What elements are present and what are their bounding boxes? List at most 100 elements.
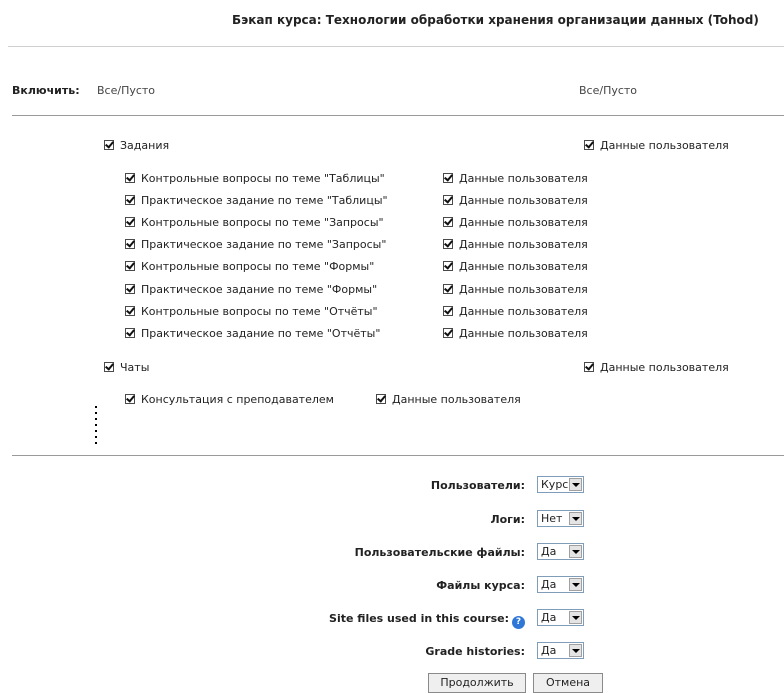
checkbox-checked-icon bbox=[125, 394, 135, 404]
option-course-files-label: Файлы курса: bbox=[436, 579, 525, 592]
checkbox-checked-icon bbox=[125, 195, 135, 205]
item-label: Контрольные вопросы по теме "Запросы" bbox=[141, 216, 384, 229]
select-all-none-userdata-link[interactable]: Все/Пусто bbox=[579, 84, 637, 97]
site-files-select[interactable]: Да bbox=[537, 609, 584, 626]
module-assignments-checkbox[interactable]: Задания bbox=[104, 139, 169, 152]
option-logs-label: Логи: bbox=[490, 513, 525, 526]
grade-histories-select-value: Да bbox=[541, 644, 557, 657]
item-label: Контрольные вопросы по теме "Отчёты" bbox=[141, 305, 378, 318]
item-userdata-label: Данные пользователя bbox=[459, 238, 588, 251]
list-item[interactable]: Практическое задание по теме "Формы" bbox=[125, 283, 377, 296]
logs-select-value: Нет bbox=[541, 512, 563, 525]
checkbox-checked-icon bbox=[443, 306, 453, 316]
list-item[interactable]: Практическое задание по теме "Запросы" bbox=[125, 238, 386, 251]
more-items-indicator bbox=[95, 406, 98, 448]
module-chats-checkbox[interactable]: Чаты bbox=[104, 361, 149, 374]
module-chats-userdata-checkbox[interactable]: Данные пользователя bbox=[584, 361, 729, 374]
module-chats-label: Чаты bbox=[120, 361, 150, 374]
option-user-files-label: Пользовательские файлы: bbox=[354, 546, 525, 559]
list-item[interactable]: Контрольные вопросы по теме "Запросы" bbox=[125, 216, 384, 229]
user-files-select-value: Да bbox=[541, 545, 557, 558]
item-userdata-label: Данные пользователя bbox=[459, 194, 588, 207]
option-grade-histories-label: Grade histories: bbox=[425, 645, 525, 658]
include-label: Включить: bbox=[12, 84, 80, 97]
chevron-down-icon bbox=[569, 644, 582, 657]
item-userdata-label: Данные пользователя bbox=[392, 393, 521, 406]
checkbox-checked-icon bbox=[125, 261, 135, 271]
list-item[interactable]: Контрольные вопросы по теме "Отчёты" bbox=[125, 305, 378, 318]
checkbox-checked-icon bbox=[376, 394, 386, 404]
item-userdata-label: Данные пользователя bbox=[459, 327, 588, 340]
checkbox-checked-icon bbox=[443, 328, 453, 338]
checkbox-checked-icon bbox=[125, 306, 135, 316]
module-assignments-userdata-label: Данные пользователя bbox=[600, 139, 729, 152]
item-label: Практическое задание по теме "Запросы" bbox=[141, 238, 387, 251]
item-label: Консультация с преподавателем bbox=[141, 393, 334, 406]
page-title: Бэкап курса: Технологии обработки хранен… bbox=[232, 13, 759, 27]
chevron-down-icon bbox=[569, 611, 582, 624]
item-userdata-checkbox[interactable]: Данные пользователя bbox=[443, 260, 588, 273]
chevron-down-icon bbox=[569, 578, 582, 591]
help-icon[interactable]: ? bbox=[512, 616, 525, 629]
course-files-select-value: Да bbox=[541, 578, 557, 591]
users-select[interactable]: Курс bbox=[537, 476, 584, 493]
site-files-select-value: Да bbox=[541, 611, 557, 624]
item-userdata-checkbox[interactable]: Данные пользователя bbox=[443, 283, 588, 296]
list-item[interactable]: Контрольные вопросы по теме "Таблицы" bbox=[125, 172, 385, 185]
item-label: Практическое задание по теме "Формы" bbox=[141, 283, 378, 296]
item-label: Контрольные вопросы по теме "Формы" bbox=[141, 260, 375, 273]
item-userdata-checkbox[interactable]: Данные пользователя bbox=[443, 327, 588, 340]
include-divider bbox=[12, 115, 784, 116]
list-item[interactable]: Практическое задание по теме "Таблицы" bbox=[125, 194, 388, 207]
option-users-label: Пользователи: bbox=[430, 479, 525, 492]
checkbox-checked-icon bbox=[104, 362, 114, 372]
title-divider bbox=[8, 46, 784, 47]
module-assignments-label: Задания bbox=[120, 139, 170, 152]
logs-select[interactable]: Нет bbox=[537, 510, 584, 527]
option-site-files-label: Site files used in this course:? bbox=[329, 612, 525, 629]
item-userdata-label: Данные пользователя bbox=[459, 305, 588, 318]
item-userdata-checkbox[interactable]: Данные пользователя bbox=[443, 305, 588, 318]
item-label: Практическое задание по теме "Отчёты" bbox=[141, 327, 381, 340]
chevron-down-icon bbox=[569, 512, 582, 525]
item-userdata-checkbox[interactable]: Данные пользователя bbox=[376, 393, 521, 406]
item-userdata-label: Данные пользователя bbox=[459, 172, 588, 185]
option-site-files-text: Site files used in this course: bbox=[329, 612, 509, 625]
grade-histories-select[interactable]: Да bbox=[537, 642, 584, 659]
course-files-select[interactable]: Да bbox=[537, 576, 584, 593]
module-chats-userdata-label: Данные пользователя bbox=[600, 361, 729, 374]
checkbox-checked-icon bbox=[125, 328, 135, 338]
checkbox-checked-icon bbox=[443, 261, 453, 271]
checkbox-checked-icon bbox=[104, 140, 114, 150]
checkbox-checked-icon bbox=[584, 362, 594, 372]
item-label: Практическое задание по теме "Таблицы" bbox=[141, 194, 388, 207]
item-userdata-label: Данные пользователя bbox=[459, 260, 588, 273]
checkbox-checked-icon bbox=[443, 284, 453, 294]
checkbox-checked-icon bbox=[443, 195, 453, 205]
options-divider bbox=[12, 455, 784, 456]
cancel-button[interactable]: Отмена bbox=[533, 673, 603, 693]
checkbox-checked-icon bbox=[443, 173, 453, 183]
chevron-down-icon bbox=[569, 545, 582, 558]
module-assignments-userdata-checkbox[interactable]: Данные пользователя bbox=[584, 139, 729, 152]
checkbox-checked-icon bbox=[125, 217, 135, 227]
checkbox-checked-icon bbox=[125, 239, 135, 249]
select-all-none-link[interactable]: Все/Пусто bbox=[97, 84, 155, 97]
item-userdata-label: Данные пользователя bbox=[459, 283, 588, 296]
item-userdata-checkbox[interactable]: Данные пользователя bbox=[443, 194, 588, 207]
item-userdata-checkbox[interactable]: Данные пользователя bbox=[443, 172, 588, 185]
checkbox-checked-icon bbox=[443, 217, 453, 227]
checkbox-checked-icon bbox=[125, 284, 135, 294]
checkbox-checked-icon bbox=[443, 239, 453, 249]
user-files-select[interactable]: Да bbox=[537, 543, 584, 560]
chevron-down-icon bbox=[569, 478, 582, 491]
list-item[interactable]: Контрольные вопросы по теме "Формы" bbox=[125, 260, 374, 273]
list-item[interactable]: Практическое задание по теме "Отчёты" bbox=[125, 327, 380, 340]
list-item[interactable]: Консультация с преподавателем bbox=[125, 393, 334, 406]
checkbox-checked-icon bbox=[584, 140, 594, 150]
users-select-value: Курс bbox=[541, 478, 569, 491]
item-userdata-checkbox[interactable]: Данные пользователя bbox=[443, 216, 588, 229]
continue-button[interactable]: Продолжить bbox=[428, 673, 526, 693]
checkbox-checked-icon bbox=[125, 173, 135, 183]
item-userdata-checkbox[interactable]: Данные пользователя bbox=[443, 238, 588, 251]
